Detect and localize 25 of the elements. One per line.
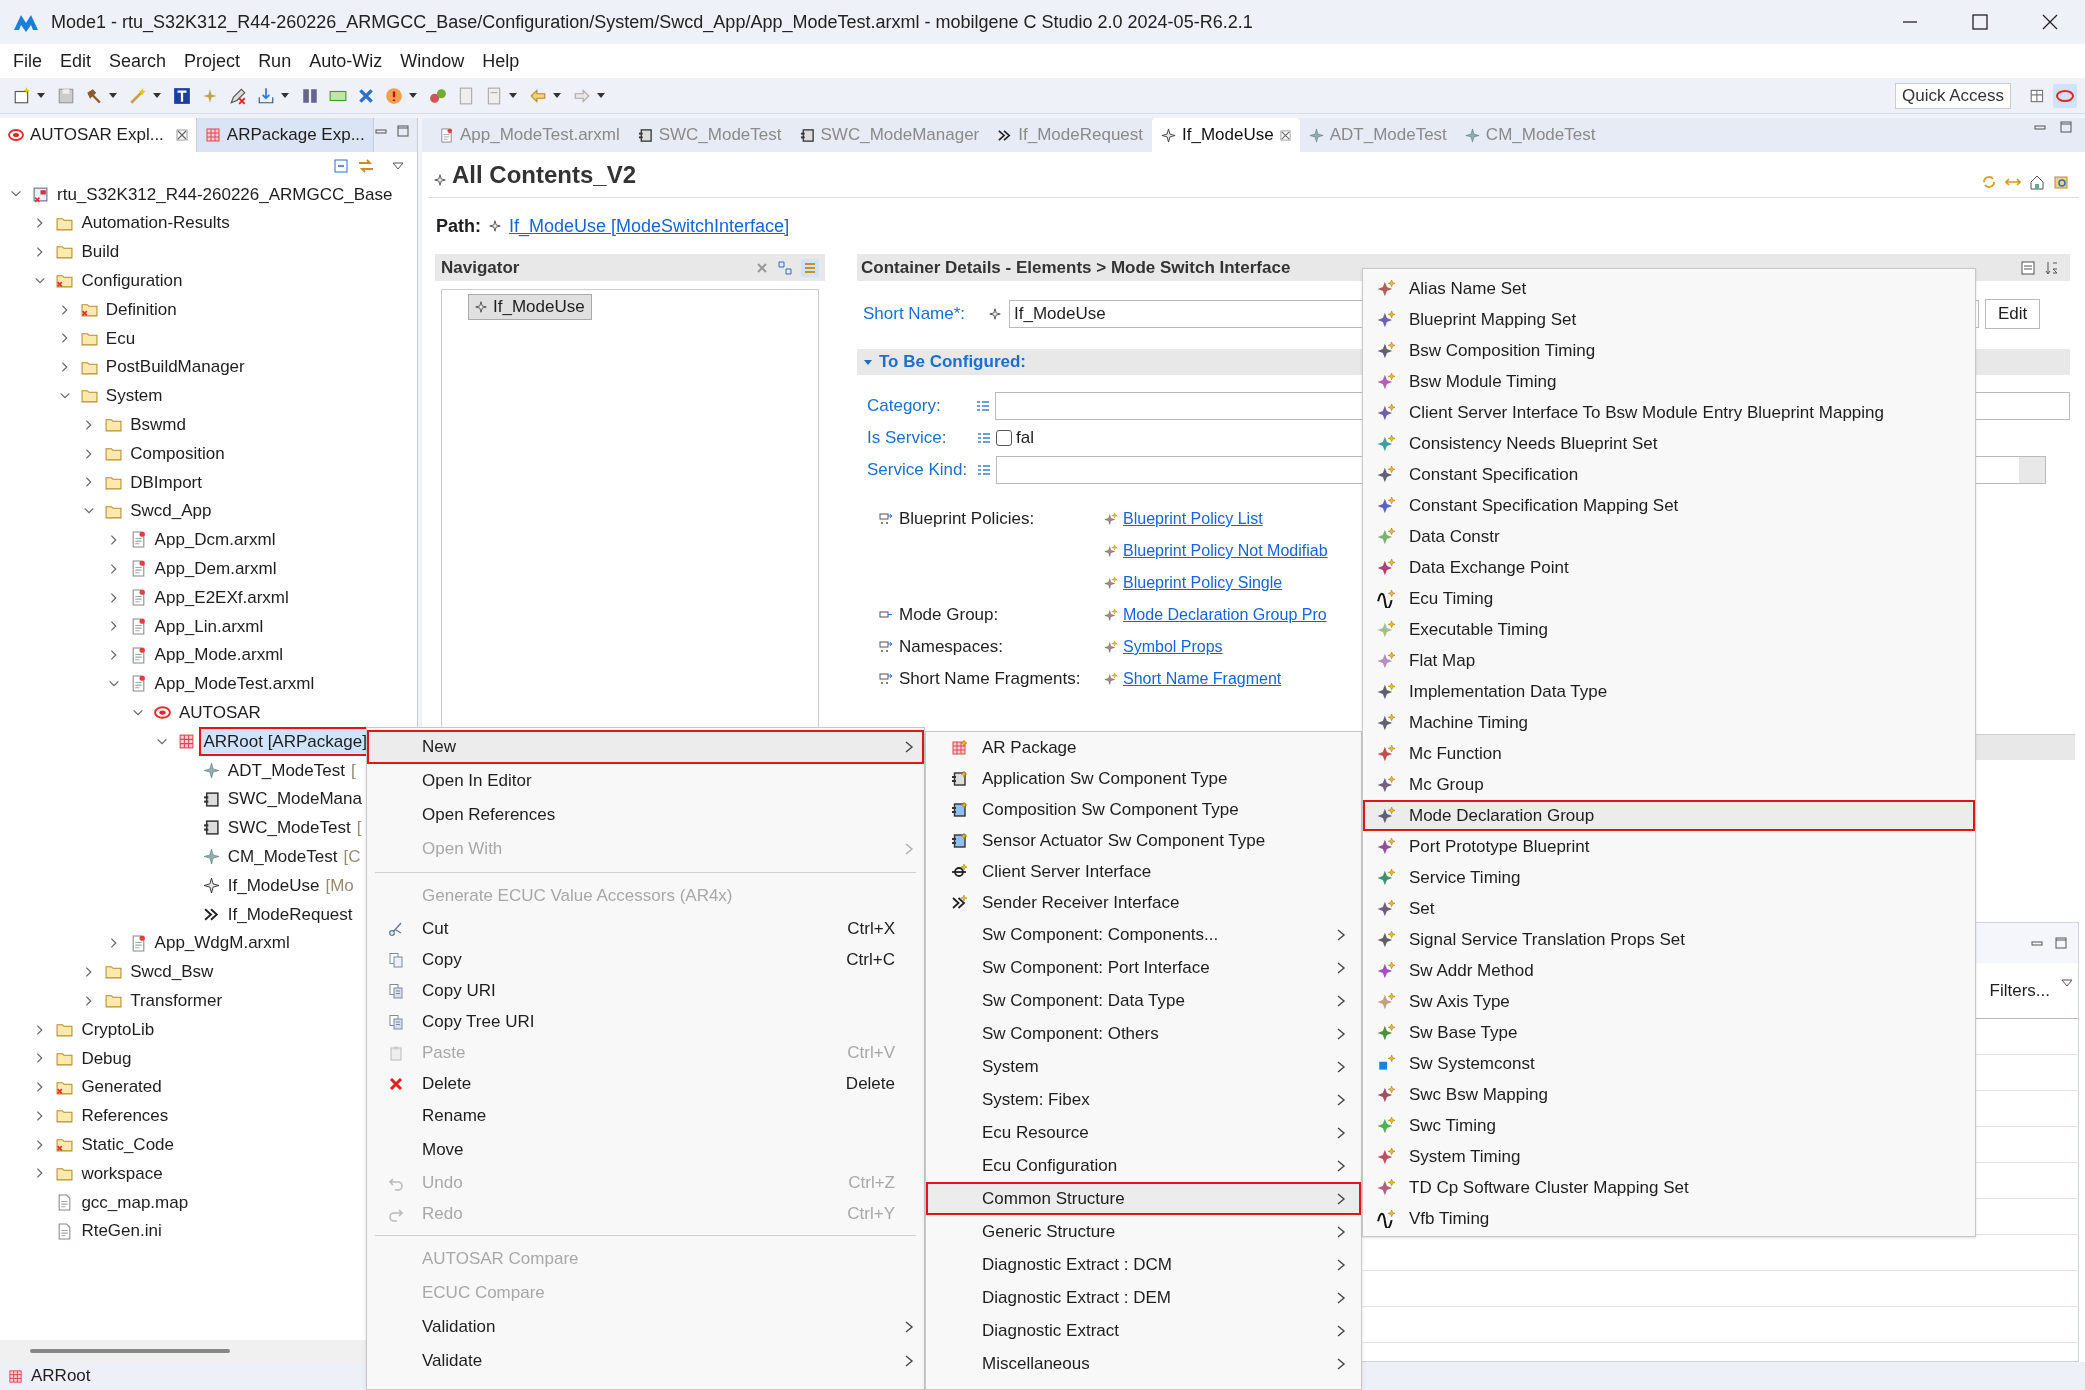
tree-item-detail: [Mo	[325, 874, 354, 897]
shortcut-text: Ctrl+V	[847, 1041, 895, 1064]
field-label: Short Name*:	[863, 303, 967, 326]
editor-title: All Contents_V2	[452, 159, 637, 190]
tree-item-detail: [	[350, 759, 356, 782]
shortcut-text: Ctrl+C	[846, 948, 895, 971]
shortcut-text: Ctrl+Y	[847, 1202, 895, 1225]
reference-label: Mode Group:	[899, 604, 999, 627]
reference-label: Short Name Fragments:	[899, 668, 1081, 691]
reference-label: Blueprint Policies:	[899, 508, 1035, 531]
shortcut-text: Ctrl+Z	[848, 1171, 895, 1194]
field-label: Is Service:	[867, 427, 948, 450]
status-text: ARRoot	[31, 1365, 91, 1388]
path-label: Path:	[436, 214, 481, 238]
navigator-title: Navigator	[441, 256, 520, 279]
field-label: Category:	[867, 395, 942, 418]
window-title: Mode1 - rtu_S32K312_R44-260226_ARMGCC_Base/Configuration/System/Swcd_App/App_ModeTest.arxml - mobilgene C Studio 2.0 2024-05-R6.2.1	[51, 10, 1253, 35]
details-title: Container Details - Elements > Mode Switch Interface	[861, 256, 1291, 279]
checkbox-value: fal	[1016, 427, 1034, 450]
shortcut-text: Ctrl+X	[847, 917, 895, 940]
tree-item-detail: [	[356, 817, 362, 840]
shortcut-text: Delete	[845, 1072, 895, 1095]
tree-item-detail: [C	[343, 845, 361, 868]
reference-label: Namespaces:	[899, 636, 1003, 659]
field-label: Service Kind:	[867, 459, 969, 482]
